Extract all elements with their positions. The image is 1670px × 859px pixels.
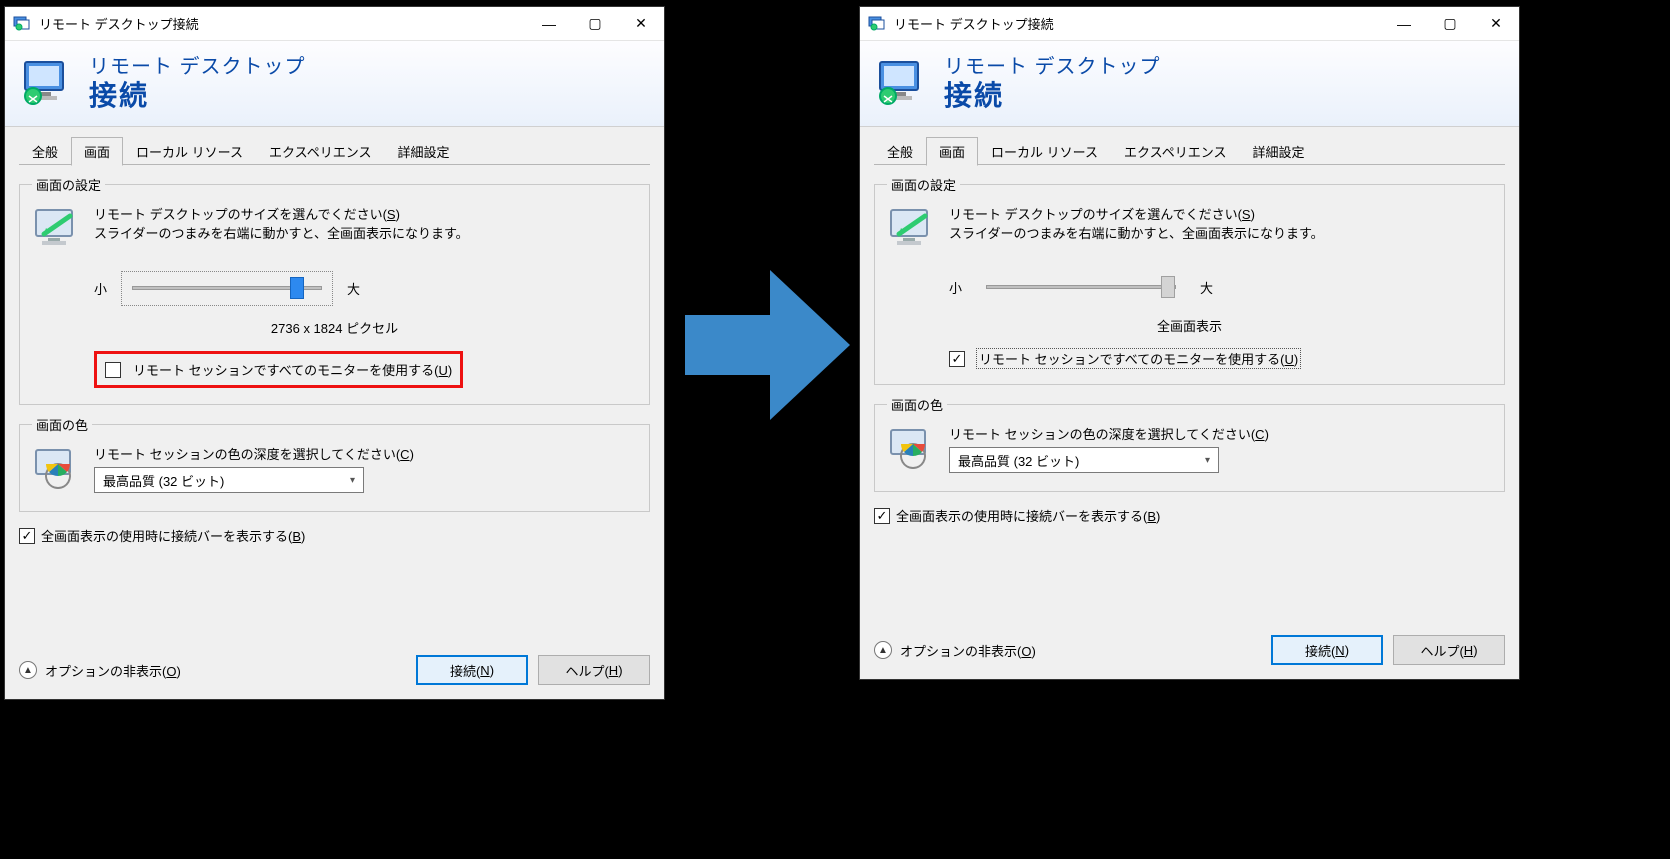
collapse-icon: ▲: [874, 641, 892, 659]
tab-experience[interactable]: エクスペリエンス: [1111, 137, 1239, 166]
banner-line2: 接続: [944, 79, 1161, 113]
size-desc-line2: スライダーのつまみを右端に動かすと、全画面表示になります。: [94, 223, 637, 242]
collapse-options[interactable]: ▲ オプションの非表示(O): [19, 661, 181, 680]
group-color: 画面の色 リモート セッションの色の深度を選択してください(C) 最高品質 (3…: [19, 415, 650, 512]
tab-display[interactable]: 画面: [71, 137, 123, 166]
window-title: リモート デスクトップ接続: [894, 14, 1381, 33]
tab-display[interactable]: 画面: [926, 137, 978, 166]
window-controls: — ▢ ✕: [526, 7, 664, 40]
banner-line1: リモート デスクトップ: [944, 55, 1161, 79]
connect-button[interactable]: 接続(N): [1271, 635, 1383, 665]
connection-bar-checkbox[interactable]: [874, 508, 890, 524]
titlebar: リモート デスクトップ接続 — ▢ ✕: [860, 7, 1519, 41]
tab-experience[interactable]: エクスペリエンス: [256, 137, 384, 166]
monitor-icon: [32, 204, 94, 255]
group-color: 画面の色 リモート セッションの色の深度を選択してください(C) 最高品質 (3…: [874, 395, 1505, 492]
use-all-monitors-label[interactable]: リモート セッションですべてのモニターを使用する(U): [133, 360, 452, 379]
maximize-button[interactable]: ▢: [572, 7, 618, 40]
resolution-slider[interactable]: [132, 278, 322, 298]
tab-advanced[interactable]: 詳細設定: [384, 137, 462, 166]
transition-arrow-icon: [675, 260, 855, 430]
color-desc: リモート セッションの色の深度を選択してください(C): [949, 424, 1492, 443]
tab-strip: 全般 画面 ローカル リソース エクスペリエンス 詳細設定: [19, 137, 650, 165]
resolution-slider-wrap: [976, 271, 1186, 304]
slider-max-label: 大: [1200, 278, 1213, 297]
use-all-monitors-label[interactable]: リモート セッションですべてのモニターを使用する(U): [977, 349, 1300, 368]
slider-min-label: 小: [94, 279, 107, 298]
rdp-window-after: リモート デスクトップ接続 — ▢ ✕ リモート デスクトップ 接続 全般 画面…: [859, 6, 1520, 680]
group-display-config: 画面の設定 リモート デスクトップのサイズを選んでください(S) スライダーのつ…: [19, 175, 650, 405]
use-all-monitors-checkbox[interactable]: [105, 362, 121, 378]
resolution-value-label: 2736 x 1824 ピクセル: [32, 318, 637, 337]
color-desc: リモート セッションの色の深度を選択してください(C): [94, 444, 637, 463]
rdp-banner-icon: [874, 56, 930, 112]
color-icon: [32, 444, 94, 495]
group-display-config: 画面の設定 リモート デスクトップのサイズを選んでください(S) スライダーのつ…: [874, 175, 1505, 385]
size-desc-line2: スライダーのつまみを右端に動かすと、全画面表示になります。: [949, 223, 1492, 242]
connect-button[interactable]: 接続(N): [416, 655, 528, 685]
close-button[interactable]: ✕: [1473, 7, 1519, 40]
rdp-window-before: リモート デスクトップ接続 — ▢ ✕ リモート デスクトップ 接続 全般 画面…: [4, 6, 665, 700]
help-button[interactable]: ヘルプ(H): [1393, 635, 1505, 665]
slider-max-label: 大: [347, 279, 360, 298]
rdp-app-icon: [13, 15, 31, 33]
tab-local-resources[interactable]: ローカル リソース: [978, 137, 1111, 166]
use-all-monitors-checkbox[interactable]: [949, 351, 965, 367]
minimize-button[interactable]: —: [1381, 7, 1427, 40]
group-color-title: 画面の色: [32, 415, 92, 434]
header-banner: リモート デスクトップ 接続: [860, 41, 1519, 127]
connection-bar-checkbox[interactable]: [19, 528, 35, 544]
group-display-title: 画面の設定: [32, 175, 105, 194]
resolution-slider-wrap: [121, 271, 333, 306]
footer: ▲ オプションの非表示(O) 接続(N) ヘルプ(H): [19, 545, 650, 685]
size-desc-line1: リモート デスクトップのサイズを選んでください(S): [949, 204, 1492, 223]
tab-strip: 全般 画面 ローカル リソース エクスペリエンス 詳細設定: [874, 137, 1505, 165]
footer: ▲ オプションの非表示(O) 接続(N) ヘルプ(H): [874, 525, 1505, 665]
color-depth-selected: 最高品質 (32 ビット): [103, 471, 224, 490]
highlight-box: リモート セッションですべてのモニターを使用する(U): [94, 351, 463, 388]
header-banner: リモート デスクトップ 接続: [5, 41, 664, 127]
group-display-title: 画面の設定: [887, 175, 960, 194]
color-depth-combo[interactable]: 最高品質 (32 ビット) ▾: [94, 467, 364, 493]
connection-bar-label[interactable]: 全画面表示の使用時に接続バーを表示する(B): [41, 526, 305, 545]
minimize-button[interactable]: —: [526, 7, 572, 40]
window-title: リモート デスクトップ接続: [39, 14, 526, 33]
help-button[interactable]: ヘルプ(H): [538, 655, 650, 685]
rdp-banner-icon: [19, 56, 75, 112]
resolution-slider[interactable]: [986, 277, 1176, 297]
monitor-icon: [887, 204, 949, 255]
color-depth-combo[interactable]: 最高品質 (32 ビット) ▾: [949, 447, 1219, 473]
chevron-down-icon: ▾: [350, 475, 355, 486]
tab-advanced[interactable]: 詳細設定: [1239, 137, 1317, 166]
collapse-label: オプションの非表示(O): [45, 661, 181, 680]
slider-min-label: 小: [949, 278, 962, 297]
collapse-icon: ▲: [19, 661, 37, 679]
banner-line1: リモート デスクトップ: [89, 55, 306, 79]
resolution-value-label: 全画面表示: [887, 316, 1492, 335]
tab-general[interactable]: 全般: [19, 137, 71, 166]
collapse-label: オプションの非表示(O): [900, 641, 1036, 660]
group-color-title: 画面の色: [887, 395, 947, 414]
chevron-down-icon: ▾: [1205, 455, 1210, 466]
maximize-button[interactable]: ▢: [1427, 7, 1473, 40]
rdp-app-icon: [868, 15, 886, 33]
color-depth-selected: 最高品質 (32 ビット): [958, 451, 1079, 470]
connection-bar-label[interactable]: 全画面表示の使用時に接続バーを表示する(B): [896, 506, 1160, 525]
color-icon: [887, 424, 949, 475]
tab-local-resources[interactable]: ローカル リソース: [123, 137, 256, 166]
tab-general[interactable]: 全般: [874, 137, 926, 166]
titlebar: リモート デスクトップ接続 — ▢ ✕: [5, 7, 664, 41]
banner-line2: 接続: [89, 79, 306, 113]
size-desc-line1: リモート デスクトップのサイズを選んでください(S): [94, 204, 637, 223]
close-button[interactable]: ✕: [618, 7, 664, 40]
collapse-options[interactable]: ▲ オプションの非表示(O): [874, 641, 1036, 660]
window-controls: — ▢ ✕: [1381, 7, 1519, 40]
